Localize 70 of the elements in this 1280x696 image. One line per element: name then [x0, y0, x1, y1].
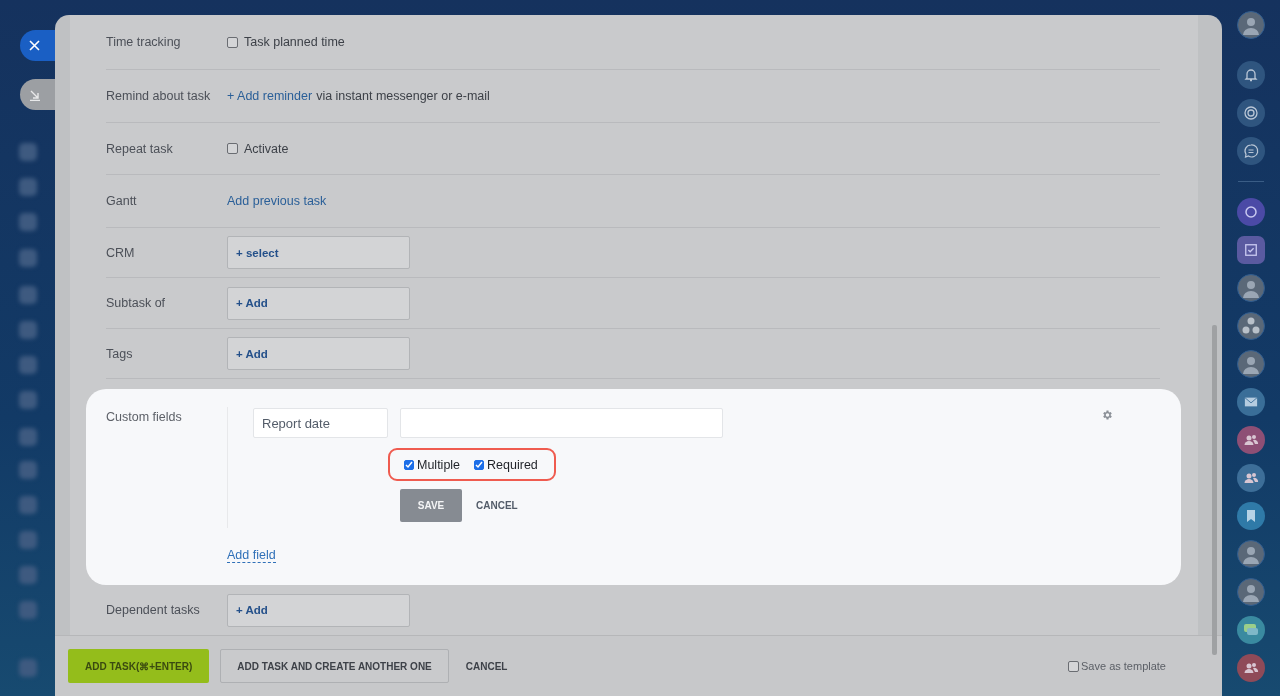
mail-icon[interactable] — [1237, 388, 1265, 416]
blurred-icon — [19, 178, 37, 196]
field-label: Repeat task — [106, 141, 174, 156]
blurred-icon — [19, 601, 37, 619]
blurred-icon — [19, 428, 37, 446]
checkbox-label: Activate — [244, 141, 289, 156]
field-label: Dependent tasks — [106, 603, 201, 618]
checkbox[interactable] — [404, 459, 414, 470]
add-task-button[interactable]: ADD TASK(⌘+ENTER) — [68, 649, 210, 683]
field-label: Remind about task — [106, 89, 212, 104]
save-button[interactable]: SAVE — [400, 489, 462, 523]
field-label: Tags — [106, 346, 134, 361]
cancel-button[interactable]: CANCEL — [476, 500, 518, 512]
link[interactable]: Add previous task — [227, 194, 327, 208]
minimize-icon — [29, 88, 41, 101]
task-icon[interactable] — [1237, 236, 1265, 264]
group-avatar-icon[interactable] — [1237, 312, 1265, 340]
hint-text: via instant messenger or e-mail — [316, 89, 490, 104]
link[interactable]: + Add reminder — [227, 89, 313, 104]
settings-icon[interactable] — [1101, 409, 1113, 422]
cancel-button[interactable]: CANCEL — [459, 659, 514, 673]
people-icon[interactable] — [1237, 426, 1265, 454]
checkbox[interactable] — [227, 36, 238, 48]
checkbox-label: Save as template — [1081, 660, 1166, 672]
checkbox[interactable] — [474, 459, 485, 470]
chat-icon[interactable] — [1237, 137, 1265, 165]
field-label: Custom fields — [106, 410, 183, 425]
chat-icon[interactable] — [1237, 616, 1265, 644]
avatar-icon[interactable] — [1237, 350, 1265, 378]
bell-icon[interactable] — [1237, 61, 1265, 89]
checkbox[interactable] — [227, 143, 238, 155]
blurred-icon — [19, 391, 37, 409]
blurred-icon — [19, 531, 37, 549]
people-icon[interactable] — [1237, 464, 1265, 492]
scrollbar[interactable] — [1212, 325, 1217, 655]
add-another-button[interactable]: ADD TASK AND CREATE ANOTHER ONE — [220, 649, 449, 683]
people-icon[interactable] — [1237, 654, 1265, 682]
blurred-icon — [19, 143, 37, 161]
user-avatar-icon[interactable] — [1237, 11, 1265, 39]
bookmark-icon[interactable] — [1237, 502, 1265, 530]
blurred-icon — [19, 249, 37, 267]
field-label: CRM — [106, 245, 136, 260]
close-icon — [29, 40, 40, 51]
add-selector[interactable]: + Add — [227, 593, 410, 627]
field-value-input[interactable] — [400, 408, 723, 439]
blurred-icon — [19, 496, 37, 514]
blurred-icon — [19, 566, 37, 584]
add-selector[interactable]: + Add — [227, 286, 410, 320]
blurred-icon — [19, 286, 37, 304]
add-selector[interactable]: + Add — [227, 337, 410, 371]
blurred-icon — [19, 356, 37, 374]
add-selector[interactable]: + select — [227, 236, 410, 269]
field-label: Time tracking — [106, 35, 182, 50]
field-label: Subtask of — [106, 296, 167, 311]
blurred-icon — [19, 321, 37, 339]
blurred-icon — [19, 659, 37, 677]
avatar-icon[interactable] — [1237, 540, 1265, 568]
avatar-icon[interactable] — [1237, 578, 1265, 606]
checkbox[interactable] — [1068, 660, 1079, 672]
blurred-icon — [19, 213, 37, 231]
avatar-icon[interactable] — [1237, 274, 1265, 302]
minimize-button[interactable] — [20, 79, 55, 110]
blurred-icon — [19, 461, 37, 479]
close-button[interactable] — [20, 30, 55, 61]
checkbox-label: Multiple — [417, 457, 461, 472]
checkbox-label: Task planned time — [244, 35, 345, 50]
field-name-input[interactable]: Report date — [253, 408, 388, 439]
add-field-link[interactable]: Add field — [227, 548, 276, 564]
field-label: Gantt — [106, 194, 138, 208]
checkbox-label: Required — [487, 457, 538, 472]
